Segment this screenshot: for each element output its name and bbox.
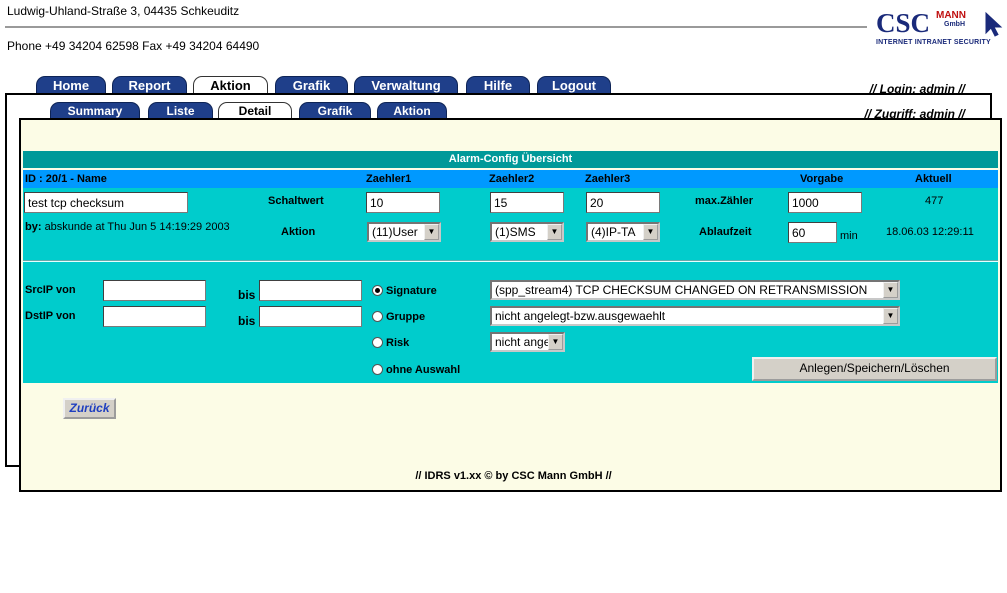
form-title: Alarm-Config Übersicht [23,151,998,168]
tab-verwaltung[interactable]: Verwaltung [354,76,458,93]
radio-gruppe[interactable] [372,311,383,322]
signature-select[interactable]: (spp_stream4) TCP CHECKSUM CHANGED ON RE… [490,280,900,300]
signature-select-value: (spp_stream4) TCP CHECKSUM CHANGED ON RE… [495,283,868,297]
radio-risk[interactable] [372,337,383,348]
dropdown-arrow-icon[interactable]: ▼ [643,224,658,240]
aktion-select-3[interactable]: (4)IP-TA ▼ [586,222,660,242]
schaltwert-label: Schaltwert [268,195,324,207]
schaltwert-zaehler3-input[interactable] [586,192,660,213]
col-vorgabe: Vorgabe [800,173,844,185]
subtab-summary[interactable]: Summary [50,102,140,118]
aktuell-count: 477 [925,195,944,207]
srcip-to-input[interactable] [259,280,362,301]
ablaufzeit-input[interactable] [788,222,837,243]
footer-copyright: // IDRS v1.xx © by CSC Mann GmbH // [415,470,612,482]
dstip-label: DstIP von [25,310,76,322]
cursor-arrow-icon [985,11,1003,37]
tab-hilfe[interactable]: Hilfe [466,76,530,93]
aktion-select-2-value: (1)SMS [495,225,536,239]
tab-grafik[interactable]: Grafik [275,76,348,93]
col-aktuell: Aktuell [915,173,952,185]
radio-ohne-auswahl[interactable] [372,364,383,375]
back-button[interactable]: Zurück [63,398,116,419]
gruppe-select-value: nicht angelegt-bzw.ausgewaehlt [495,309,666,323]
dropdown-arrow-icon[interactable]: ▼ [883,282,898,298]
risk-select[interactable]: nicht angelegt ▼ [490,332,565,352]
form-divider [23,260,998,262]
max-zaehler-input[interactable] [788,192,862,213]
logo-gmbh-text: GmbH [944,21,965,28]
aktion-label: Aktion [281,226,316,238]
company-phone: Phone +49 34204 62598 Fax +49 34204 6449… [7,39,260,53]
subtab-aktion[interactable]: Aktion [377,102,447,118]
aktion-select-1-value: (11)User [372,225,418,239]
tab-report[interactable]: Report [112,76,187,93]
max-zaehler-label: max.Zähler [695,195,754,207]
subtab-grafik[interactable]: Grafik [299,102,371,118]
aktuell-timestamp: 18.06.03 12:29:11 [886,226,974,238]
subtab-liste[interactable]: Liste [148,102,213,118]
column-header-row: ID : 20/1 - Name Zaehler1 Zaehler2 Zaehl… [23,170,998,188]
tab-logout[interactable]: Logout [537,76,611,93]
srcip-bis-label: bis [238,288,256,302]
schaltwert-zaehler2-input[interactable] [490,192,564,213]
radio-signature[interactable] [372,285,383,296]
dstip-bis-label: bis [238,314,256,328]
schaltwert-zaehler1-input[interactable] [366,192,440,213]
col-id-name: ID : 20/1 - Name [25,173,107,185]
company-logo: CSC MANN GmbH INTERNET INTRANET SECURITY [873,6,1003,50]
col-zaehler2: Zaehler2 [489,173,535,185]
by-value: abskunde at Thu Jun 5 14:19:29 2003 [44,221,230,233]
dropdown-arrow-icon[interactable]: ▼ [883,308,898,324]
tab-home[interactable]: Home [36,76,106,93]
srcip-from-input[interactable] [103,280,206,301]
radio-gruppe-label: Gruppe [386,311,426,323]
dropdown-arrow-icon[interactable]: ▼ [548,334,563,350]
radio-signature-label: Signature [386,285,437,297]
col-zaehler3: Zaehler3 [585,173,631,185]
dstip-from-input[interactable] [103,306,206,327]
logo-tagline: INTERNET INTRANET SECURITY [876,39,991,46]
dropdown-arrow-icon[interactable]: ▼ [547,224,562,240]
col-zaehler1: Zaehler1 [366,173,412,185]
ablaufzeit-label: Ablaufzeit [699,226,752,238]
subtab-detail[interactable]: Detail [218,102,292,119]
aktion-select-3-value: (4)IP-TA [591,225,636,239]
name-input[interactable] [24,192,188,213]
radio-risk-label: Risk [386,337,410,349]
save-button[interactable]: Anlegen/Speichern/Löschen [752,357,997,381]
ablaufzeit-unit: min [840,230,858,242]
dropdown-arrow-icon[interactable]: ▼ [424,224,439,240]
dstip-to-input[interactable] [259,306,362,327]
header-divider [5,26,867,28]
logo-csc-text: CSC [876,8,931,38]
srcip-label: SrcIP von [25,284,76,296]
radio-ohne-auswahl-label: ohne Auswahl [386,364,461,376]
logo-mann-text: MANN [936,10,966,21]
aktion-select-2[interactable]: (1)SMS ▼ [490,222,564,242]
aktion-select-1[interactable]: (11)User ▼ [367,222,441,242]
by-label: by: [25,221,42,233]
created-by-info: by: abskunde at Thu Jun 5 14:19:29 2003 [25,220,255,234]
tab-aktion[interactable]: Aktion [193,76,268,94]
company-address: Ludwig-Uhland-Straße 3, 04435 Schkeuditz [7,4,240,18]
gruppe-select[interactable]: nicht angelegt-bzw.ausgewaehlt ▼ [490,306,900,326]
